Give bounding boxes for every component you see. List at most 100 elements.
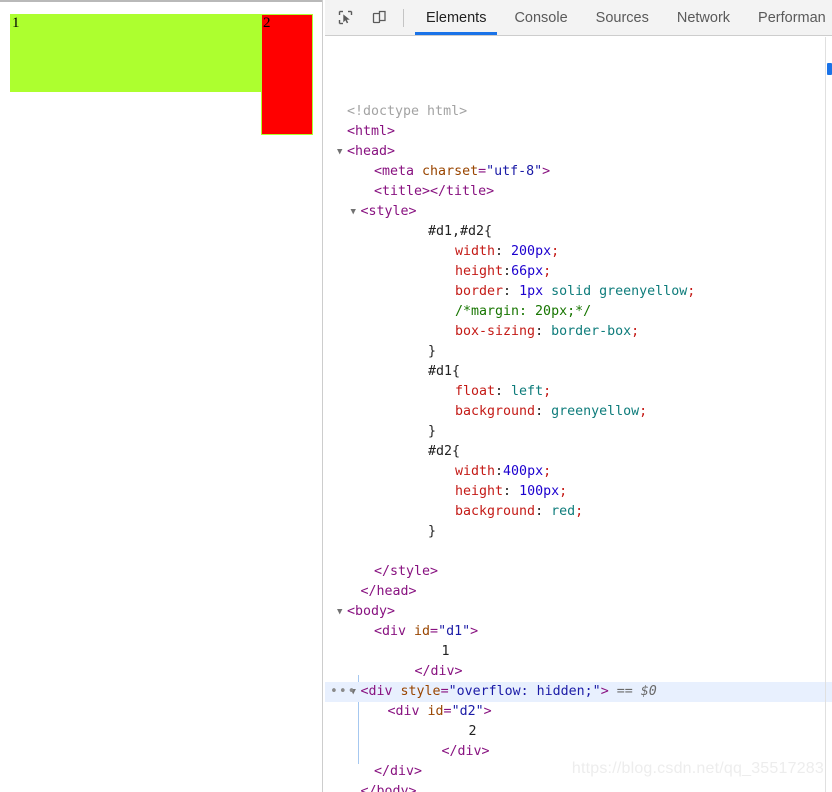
dom-node-row[interactable]: } xyxy=(325,342,832,362)
code-token: <!doctype html> xyxy=(347,104,468,119)
toolbar-separator xyxy=(403,8,404,27)
code-token: background xyxy=(455,404,536,419)
dom-node-row[interactable]: float: left; xyxy=(325,382,832,402)
code-token: solid greenyellow xyxy=(551,284,688,299)
code-token: #d1{ xyxy=(428,364,461,379)
code-token: width xyxy=(455,244,496,259)
code-token: : xyxy=(495,464,504,479)
code-token: <title></title> xyxy=(374,184,495,199)
device-toolbar-icon[interactable] xyxy=(365,4,393,32)
dom-node-row[interactable]: <title></title> xyxy=(325,182,832,202)
dom-node-row[interactable]: background: greenyellow; xyxy=(325,402,832,422)
dom-node-row[interactable]: /*margin: 20px;*/ xyxy=(325,302,832,322)
code-token: </div> xyxy=(414,664,463,679)
dom-node-row[interactable]: background: red; xyxy=(325,502,832,522)
dom-node-row[interactable]: border: 1px solid greenyellow; xyxy=(325,282,832,302)
dom-node-row[interactable]: ▼ <head> xyxy=(325,142,832,162)
dom-node-row[interactable]: box-sizing: border-box; xyxy=(325,322,832,342)
code-token: #d1,#d2{ xyxy=(428,224,493,239)
devtools-scrollbar-thumb[interactable] xyxy=(827,63,832,75)
dom-node-row[interactable] xyxy=(325,542,832,562)
code-token: border xyxy=(455,284,504,299)
page-viewport: 1 2 xyxy=(0,0,322,792)
tab-sources[interactable]: Sources xyxy=(582,0,663,35)
code-token: : xyxy=(535,504,552,519)
dom-node-row[interactable]: #d2{ xyxy=(325,442,832,462)
div-d1-green-box: 1 xyxy=(10,14,261,92)
code-token: : xyxy=(535,324,552,339)
dom-node-row[interactable]: ▼ <body> xyxy=(325,602,832,622)
dom-node-row[interactable]: 1 xyxy=(325,642,832,662)
code-token: ; xyxy=(543,264,552,279)
code-token: : xyxy=(495,384,512,399)
dom-node-row[interactable]: </head> xyxy=(325,582,832,602)
code-token: border-box xyxy=(551,324,632,339)
node-overflow-dots-icon[interactable]: ••• xyxy=(330,685,356,698)
code-token: ; xyxy=(543,464,552,479)
code-token: <div xyxy=(360,684,401,699)
chevron-down-icon[interactable]: ▼ xyxy=(351,202,361,222)
code-token: greenyellow xyxy=(551,404,640,419)
devtools-scrollbar[interactable] xyxy=(825,37,832,792)
code-token: ; xyxy=(687,284,696,299)
code-token: } xyxy=(428,344,437,359)
page-content: 1 2 xyxy=(10,14,322,314)
code-token: /*margin: 20px;*/ xyxy=(455,304,592,319)
dom-node-row[interactable]: 2 xyxy=(325,722,832,742)
div-d2-red-box: 2 xyxy=(261,14,313,135)
dom-node-row-selected[interactable]: ••• ▼ <div style="overflow: hidden;"> == $… xyxy=(325,682,832,702)
dom-tree-view[interactable]: <!doctype html> <html> ▼ <head> <meta charse… xyxy=(325,36,832,792)
code-token: > xyxy=(483,704,492,719)
dom-node-row[interactable]: <html> xyxy=(325,122,832,142)
devtools-toolbar: Elements Console Sources Network Performan xyxy=(325,0,832,36)
devtools-panel: Elements Console Sources Network Performan <… xyxy=(325,0,832,792)
dom-node-row[interactable]: height:66px; xyxy=(325,262,832,282)
tab-network[interactable]: Network xyxy=(663,0,744,35)
tab-console[interactable]: Console xyxy=(500,0,581,35)
code-token: ; xyxy=(543,384,552,399)
dom-node-row[interactable]: width:400px; xyxy=(325,462,832,482)
code-token: = xyxy=(430,624,439,639)
dom-node-row[interactable]: #d1{ xyxy=(325,362,832,382)
code-token: : xyxy=(495,244,512,259)
code-token: id xyxy=(427,704,444,719)
dom-node-row[interactable]: <meta charset="utf-8"> xyxy=(325,162,832,182)
code-token: "d1" xyxy=(438,624,471,639)
dom-node-row[interactable]: height: 100px; xyxy=(325,482,832,502)
dom-node-row[interactable]: </style> xyxy=(325,562,832,582)
code-token: #d2{ xyxy=(428,444,461,459)
dom-node-row[interactable]: <div id="d2"> xyxy=(325,702,832,722)
code-token: <head> xyxy=(347,144,396,159)
dom-node-row[interactable]: } xyxy=(325,422,832,442)
dom-node-row[interactable]: </body> xyxy=(325,782,832,792)
tab-elements[interactable]: Elements xyxy=(412,0,500,35)
code-token: background xyxy=(455,504,536,519)
tab-performan[interactable]: Performan xyxy=(744,0,832,35)
code-token: 200px xyxy=(511,244,552,259)
dom-node-row[interactable]: <div id="d1"> xyxy=(325,622,832,642)
dom-node-row[interactable]: #d1,#d2{ xyxy=(325,222,832,242)
code-token: } xyxy=(428,524,437,539)
dom-node-row[interactable]: <!doctype html> xyxy=(325,102,832,122)
code-token: ; xyxy=(551,244,560,259)
code-token: 2 xyxy=(468,724,477,739)
code-token: <style> xyxy=(360,204,417,219)
code-token: : xyxy=(503,284,520,299)
code-token: } xyxy=(428,424,437,439)
chevron-down-icon[interactable]: ▼ xyxy=(337,602,347,622)
dom-node-row[interactable]: </div> xyxy=(325,742,832,762)
dom-node-row[interactable]: ▼ <style> xyxy=(325,202,832,222)
inspect-element-icon[interactable] xyxy=(331,4,359,32)
dom-node-row[interactable]: </div> xyxy=(325,662,832,682)
overflow-hidden-wrapper: 2 xyxy=(261,14,322,135)
chevron-down-icon[interactable]: ▼ xyxy=(337,142,347,162)
dom-node-row[interactable]: } xyxy=(325,522,832,542)
dom-node-row[interactable]: width: 200px; xyxy=(325,242,832,262)
code-token: box-sizing xyxy=(455,324,536,339)
code-token: charset xyxy=(422,164,479,179)
code-token: = xyxy=(443,704,452,719)
screenshot-root: 1 2 Elements Console Sources Network Per… xyxy=(0,0,832,792)
code-token: width xyxy=(455,464,496,479)
code-token: > xyxy=(470,624,479,639)
